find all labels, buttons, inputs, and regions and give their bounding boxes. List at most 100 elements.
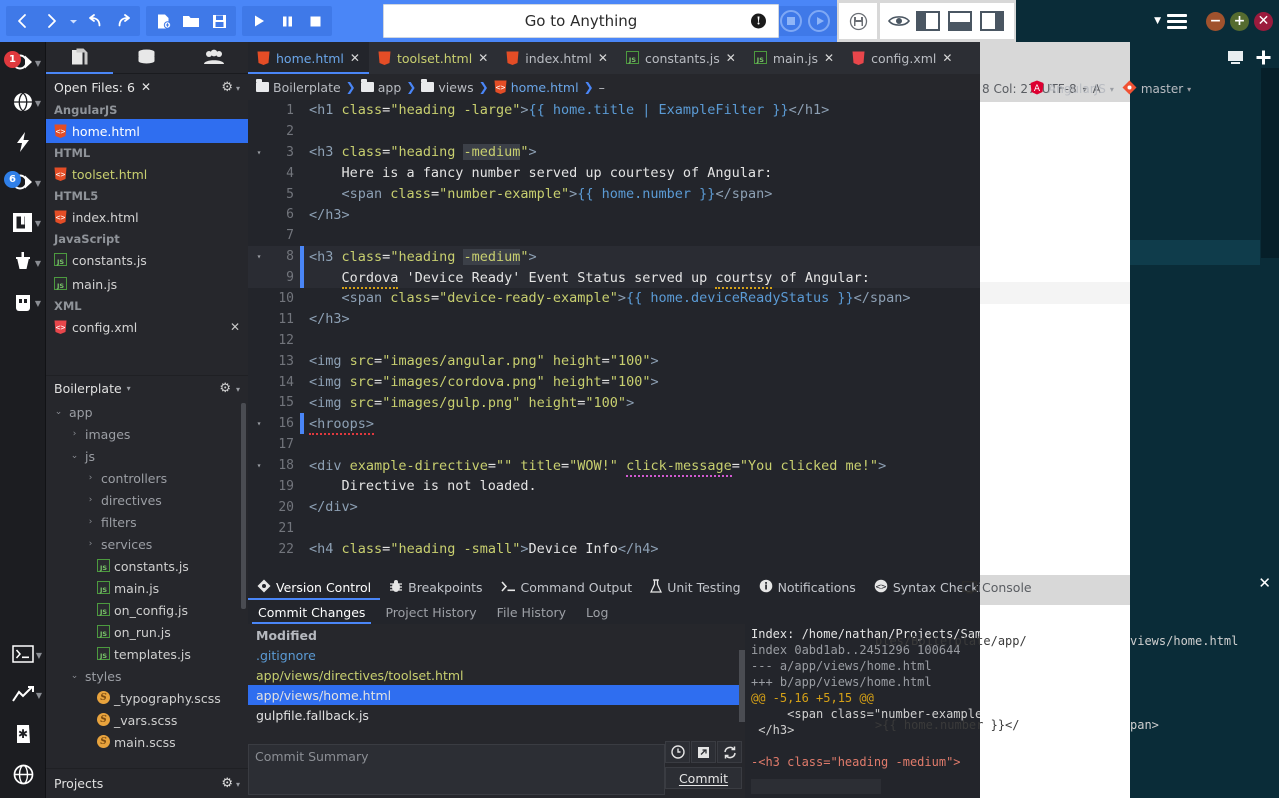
twisty-icon[interactable]: ⌄	[68, 671, 81, 681]
chevron-down-icon[interactable]: ▾	[127, 384, 131, 393]
open-files-settings-icon[interactable]: ⚙ ▾	[221, 80, 240, 95]
redo-icon[interactable]	[109, 7, 137, 35]
close-button[interactable]: ✕	[1254, 11, 1273, 31]
twisty-icon[interactable]: ›	[84, 495, 97, 505]
rail-item-lightning[interactable]	[0, 122, 45, 162]
chevron-down-icon[interactable]: ▼	[35, 179, 41, 188]
editor-tab-main-js[interactable]: JS main.js ✕	[745, 42, 843, 74]
bottom-tab-notifications[interactable]: Notifications	[750, 575, 865, 600]
stop-icon[interactable]	[301, 7, 329, 35]
tree-node-images[interactable]: › images	[46, 423, 248, 445]
rail-item-gulp[interactable]: ▼	[0, 242, 45, 282]
fold-toggle-icon[interactable]: ▾	[248, 419, 270, 428]
history-dropdown-icon[interactable]	[65, 7, 81, 35]
open-file-constants-js[interactable]: JS constants.js	[46, 248, 248, 272]
fold-toggle-icon[interactable]: ▾	[248, 252, 270, 261]
chevron-down-icon[interactable]: ▾	[1187, 85, 1191, 94]
branch-status[interactable]: master ▾	[1122, 80, 1191, 98]
modified-file-row[interactable]: app/views/directives/toolset.html	[248, 665, 745, 685]
open-file-index-html[interactable]: <> index.html	[46, 205, 248, 229]
bottom-tab-console[interactable]: Console	[962, 580, 1032, 595]
play-record-icon[interactable]	[808, 10, 830, 32]
tree-node-directives[interactable]: › directives	[46, 489, 248, 511]
tree-node-styles[interactable]: ⌄ styles	[46, 665, 248, 687]
rail-item-debug[interactable]: 1 ▼	[0, 42, 45, 82]
bottom-tab-unit-testing[interactable]: Unit Testing	[641, 575, 749, 600]
tree-node-controllers[interactable]: › controllers	[46, 467, 248, 489]
rail-item-terminal[interactable]: ▼	[0, 634, 46, 674]
minimize-button[interactable]: −	[1206, 11, 1225, 31]
tree-node-on-run-js[interactable]: JS on_run.js	[46, 621, 248, 643]
refresh-icon[interactable]	[717, 741, 742, 763]
tree-node-app[interactable]: ⌄ app	[46, 401, 248, 423]
fold-toggle-icon[interactable]: ▾	[248, 148, 270, 157]
bottom-tab-breakpoints[interactable]: Breakpoints	[380, 575, 491, 600]
tree-node-filters[interactable]: › filters	[46, 511, 248, 533]
stop-record-icon[interactable]	[780, 10, 802, 32]
chevron-down-icon[interactable]: ▼	[35, 219, 41, 228]
chevron-down-icon[interactable]: ▼	[35, 299, 41, 308]
commit-button[interactable]: Commit	[665, 767, 742, 789]
layout-dropdown-icon[interactable]: ▼	[1154, 16, 1161, 26]
rail-item-cordova[interactable]: ▼	[0, 282, 45, 322]
twisty-icon[interactable]: ›	[68, 429, 81, 439]
external-icon[interactable]	[691, 741, 716, 763]
tree-node-main-scss[interactable]: Smain.scss	[46, 731, 248, 753]
editor-tab-index-html[interactable]: index.html ✕	[497, 42, 617, 74]
new-file-icon[interactable]	[149, 7, 177, 35]
subtab-log[interactable]: Log	[576, 600, 618, 624]
save-record-icon[interactable]	[845, 12, 871, 31]
chevron-down-icon[interactable]: ▼	[35, 99, 41, 108]
projects-settings-icon[interactable]: ⚙ ▾	[221, 776, 240, 791]
close-icon[interactable]: ✕	[726, 51, 736, 65]
close-all-icon[interactable]: ✕	[141, 80, 151, 94]
rail-item-chart[interactable]: ▼	[0, 674, 46, 714]
modified-file-row[interactable]: .gitignore	[248, 645, 745, 665]
editor-tab-constants-js[interactable]: JS constants.js ✕	[617, 42, 745, 74]
menu-icon[interactable]	[1167, 13, 1187, 29]
tree-node-main-js[interactable]: JS main.js	[46, 577, 248, 599]
rail-item-npm[interactable]: ▼	[0, 202, 45, 242]
history-icon[interactable]	[665, 741, 690, 763]
rail-item-snippet[interactable]: ✱	[0, 714, 46, 754]
editor-tab-home-html[interactable]: home.html ✕	[248, 42, 369, 74]
close-icon[interactable]: ✕	[598, 51, 608, 65]
twisty-icon[interactable]: ›	[84, 539, 97, 549]
breadcrumb-item-app[interactable]: app	[360, 79, 401, 95]
twisty-icon[interactable]: ›	[84, 517, 97, 527]
info-icon[interactable]: !	[751, 13, 766, 29]
pause-icon[interactable]	[273, 7, 301, 35]
editor-tab-toolset-html[interactable]: toolset.html ✕	[369, 42, 497, 74]
chevron-down-icon[interactable]: ▼	[35, 259, 41, 268]
bottom-tab-command-output[interactable]: Command Output	[492, 575, 642, 600]
overlay-close-icon[interactable]: ✕	[1258, 574, 1271, 592]
run-icon[interactable]	[245, 7, 273, 35]
save-icon[interactable]	[205, 7, 233, 35]
tree-node-services[interactable]: › services	[46, 533, 248, 555]
rail-item-globe[interactable]: ▼	[0, 82, 45, 122]
chevron-down-icon[interactable]: ▾	[1110, 85, 1114, 94]
tree-node-templates-js[interactable]: JS templates.js	[46, 643, 248, 665]
close-icon[interactable]: ✕	[824, 51, 834, 65]
layout-left-icon[interactable]	[916, 11, 940, 31]
chevron-down-icon[interactable]: ▼	[36, 691, 42, 700]
close-icon[interactable]: ✕	[230, 320, 240, 334]
fold-toggle-icon[interactable]: ▾	[248, 461, 270, 470]
tree-node-js[interactable]: ⌄ js	[46, 445, 248, 467]
projects-footer[interactable]: Projects ⚙ ▾	[46, 768, 248, 798]
rail-item-debug-run[interactable]: 6 ▼	[0, 162, 45, 202]
editor-tab-config-xml[interactable]: config.xml ✕	[843, 42, 961, 74]
subtab-file-history[interactable]: File History	[487, 600, 576, 624]
twisty-icon[interactable]: ⌄	[52, 407, 65, 417]
open-file-toolset-html[interactable]: <> toolset.html	[46, 162, 248, 186]
commit-summary-input[interactable]: Commit Summary	[248, 744, 665, 795]
framework-status[interactable]: A AngularJS ▾	[1030, 80, 1114, 98]
close-icon[interactable]: ✕	[350, 51, 360, 65]
undo-icon[interactable]	[81, 7, 109, 35]
chevron-down-icon[interactable]: ▼	[35, 59, 41, 68]
subtab-project-history[interactable]: Project History	[375, 600, 486, 624]
rail-item-docs[interactable]	[0, 794, 46, 798]
tree-node--vars-scss[interactable]: S _vars.scss	[46, 709, 248, 731]
breadcrumb-item-boilerplate[interactable]: Boilerplate	[256, 79, 341, 95]
close-icon[interactable]: ✕	[478, 51, 488, 65]
